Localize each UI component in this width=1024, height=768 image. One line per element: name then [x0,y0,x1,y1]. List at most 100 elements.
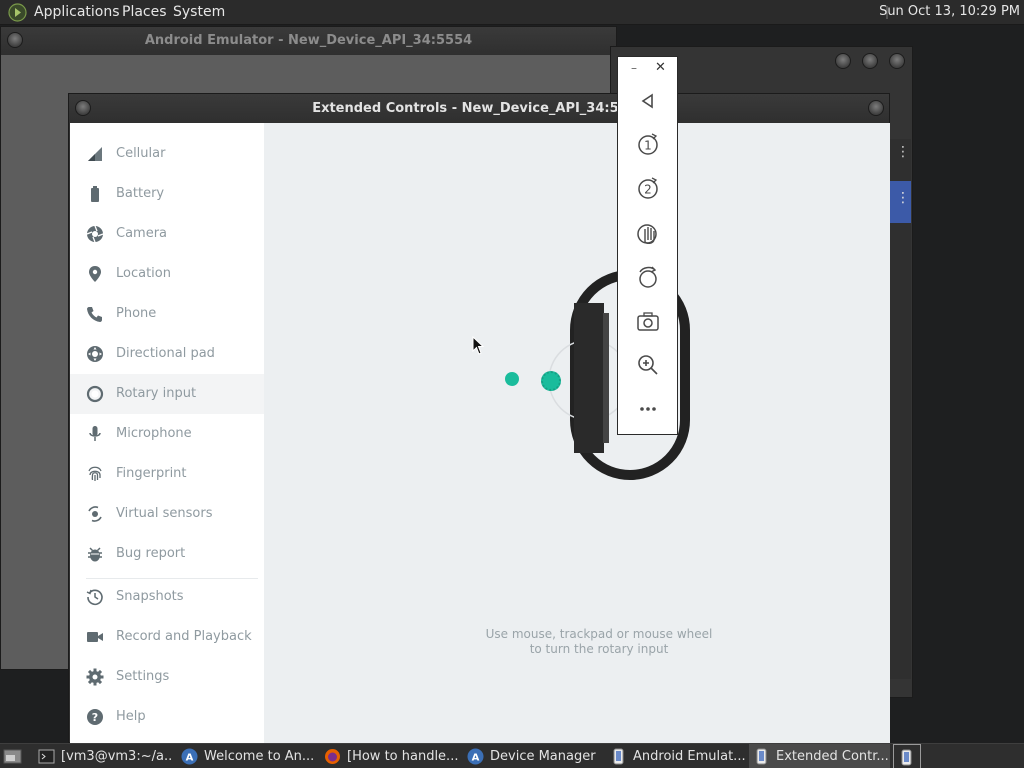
task-toolbar-window[interactable] [893,744,921,768]
maximize-button[interactable] [862,53,878,69]
hint-line-1: Use mouse, trackpad or mouse wheel [485,627,713,641]
sidebar-item-label: Bug report [116,546,186,561]
svg-text:?: ? [92,711,98,724]
svg-text:1: 1 [644,139,652,153]
rotary-handle[interactable] [505,372,519,386]
minimize-button[interactable]: – [631,61,637,75]
emulator-toolbar: – ✕ 1 2 [617,56,678,435]
rotate-icon[interactable] [635,264,661,290]
task-label: Android Emulat... [633,749,745,764]
android-studio-icon: A [181,748,198,765]
taskbar: [vm3@vm3:~/a... A Welcome to An... [How … [0,743,1024,768]
location-icon [89,266,101,282]
task-welcome[interactable]: A Welcome to An... [177,744,316,768]
touch-icon[interactable] [635,220,661,246]
sidebar-item-label: Battery [116,186,165,201]
more-options-icon[interactable]: ⋮ [896,145,910,159]
sidebar-item-fingerprint[interactable]: Fingerprint [70,454,264,494]
screenshot-icon[interactable] [635,308,661,334]
sidebar-item-help[interactable]: ? Help [70,697,264,737]
fingerprint-icon [88,466,102,481]
sidebar-item-battery[interactable]: Battery [70,174,264,214]
close-button[interactable] [868,100,884,116]
task-label: [vm3@vm3:~/a... [61,749,173,764]
svg-text:A: A [186,753,194,764]
minimize-button[interactable] [835,53,851,69]
microphone-icon [89,426,101,441]
sidebar-item-virtual-sensors[interactable]: Virtual sensors [70,494,264,534]
task-label: [How to handle... [347,749,459,764]
sidebar-item-rotary-input[interactable]: Rotary input [70,374,264,414]
emulator-titlebar[interactable]: Android Emulator - New_Device_API_34:555… [1,27,616,55]
gnome-foot-icon[interactable] [8,3,27,22]
rotary-knob[interactable] [541,371,561,391]
task-terminal[interactable]: [vm3@vm3:~/a... [34,744,173,768]
sidebar-item-label: Phone [116,306,157,321]
sidebar-item-microphone[interactable]: Microphone [70,414,264,454]
record-icon [87,632,103,642]
sidebar-item-record-and-playback[interactable]: Record and Playback [70,617,264,657]
sidebar-item-directional-pad[interactable]: Directional pad [70,334,264,374]
sidebar-item-label: Rotary input [116,386,197,401]
sidebar: Cellular Battery Camera Location Phone D… [70,123,264,743]
rotary-hint: Use mouse, trackpad or mouse wheel to tu… [464,627,734,657]
sidebar-item-label: Camera [116,226,168,241]
android-studio-icon: A [467,748,484,765]
extended-controls-window: Extended Controls - New_Device_API_34:55… [68,93,890,743]
sidebar-item-bug-report[interactable]: Bug report [70,534,264,574]
show-desktop-icon[interactable] [3,748,22,765]
one-finger-rotate-icon[interactable]: 1 [635,131,661,157]
more-icon[interactable] [635,396,661,422]
zoom-icon[interactable] [635,352,661,378]
close-button[interactable]: ✕ [655,60,666,75]
cellular-icon [88,147,102,161]
sidebar-item-label: Snapshots [116,589,184,604]
close-button[interactable] [889,53,905,69]
sidebar-item-camera[interactable]: Camera [70,214,264,254]
task-extended-controls[interactable]: Extended Contr... [749,744,890,768]
places-menu[interactable]: Places [122,4,167,20]
sidebar-item-label: Directional pad [116,346,215,361]
virtual-sensors-icon [88,506,102,522]
sidebar-item-cellular[interactable]: Cellular [70,134,264,174]
sidebar-item-snapshots[interactable]: Snapshots [70,577,264,617]
window-menu-button[interactable] [75,100,91,116]
sidebar-item-label: Settings [116,669,170,684]
task-label: Welcome to An... [204,749,315,764]
clock[interactable]: Sun Oct 13, 10:29 PM [879,4,1020,19]
battery-icon [91,186,99,202]
task-device-manager[interactable]: A Device Manager [463,744,602,768]
more-options-icon[interactable]: ⋮ [896,191,910,205]
rotary-icon [86,385,104,403]
watch-crown-side [603,313,609,443]
svg-text:A: A [472,753,480,764]
task-android-emulator[interactable]: Android Emulat... [606,744,745,768]
emulator-icon [613,748,624,765]
emulator-icon [756,748,767,765]
window-menu-button[interactable] [7,32,23,48]
task-browser[interactable]: [How to handle... [320,744,459,768]
system-menu[interactable]: System [173,4,225,20]
sidebar-item-label: Location [116,266,171,281]
extended-controls-title: Extended Controls - New_Device_API_34:55… [312,101,646,116]
emulator-window-title: Android Emulator - New_Device_API_34:555… [144,33,473,48]
sidebar-item-label: Help [116,709,146,724]
camera-icon [86,225,104,243]
extended-controls-body: Cellular Battery Camera Location Phone D… [70,123,890,743]
sidebar-item-location[interactable]: Location [70,254,264,294]
two-finger-rotate-icon[interactable]: 2 [635,175,661,201]
back-icon[interactable] [635,88,661,114]
sidebar-item-label: Record and Playback [116,629,252,644]
task-label: Device Manager [490,749,596,764]
sidebar-item-label: Cellular [116,146,166,161]
sidebar-item-settings[interactable]: Settings [70,657,264,697]
sidebar-item-phone[interactable]: Phone [70,294,264,334]
gear-icon [86,668,104,686]
extended-controls-titlebar[interactable]: Extended Controls - New_Device_API_34:55… [69,94,889,123]
top-panel: Applications Places System Sun Oct 13, 1… [0,0,1024,25]
hint-line-2: to turn the rotary input [529,642,669,656]
help-icon: ? [87,709,103,725]
task-label: Extended Contr... [776,749,889,764]
applications-menu[interactable]: Applications [34,4,120,20]
watch-body [574,303,604,453]
